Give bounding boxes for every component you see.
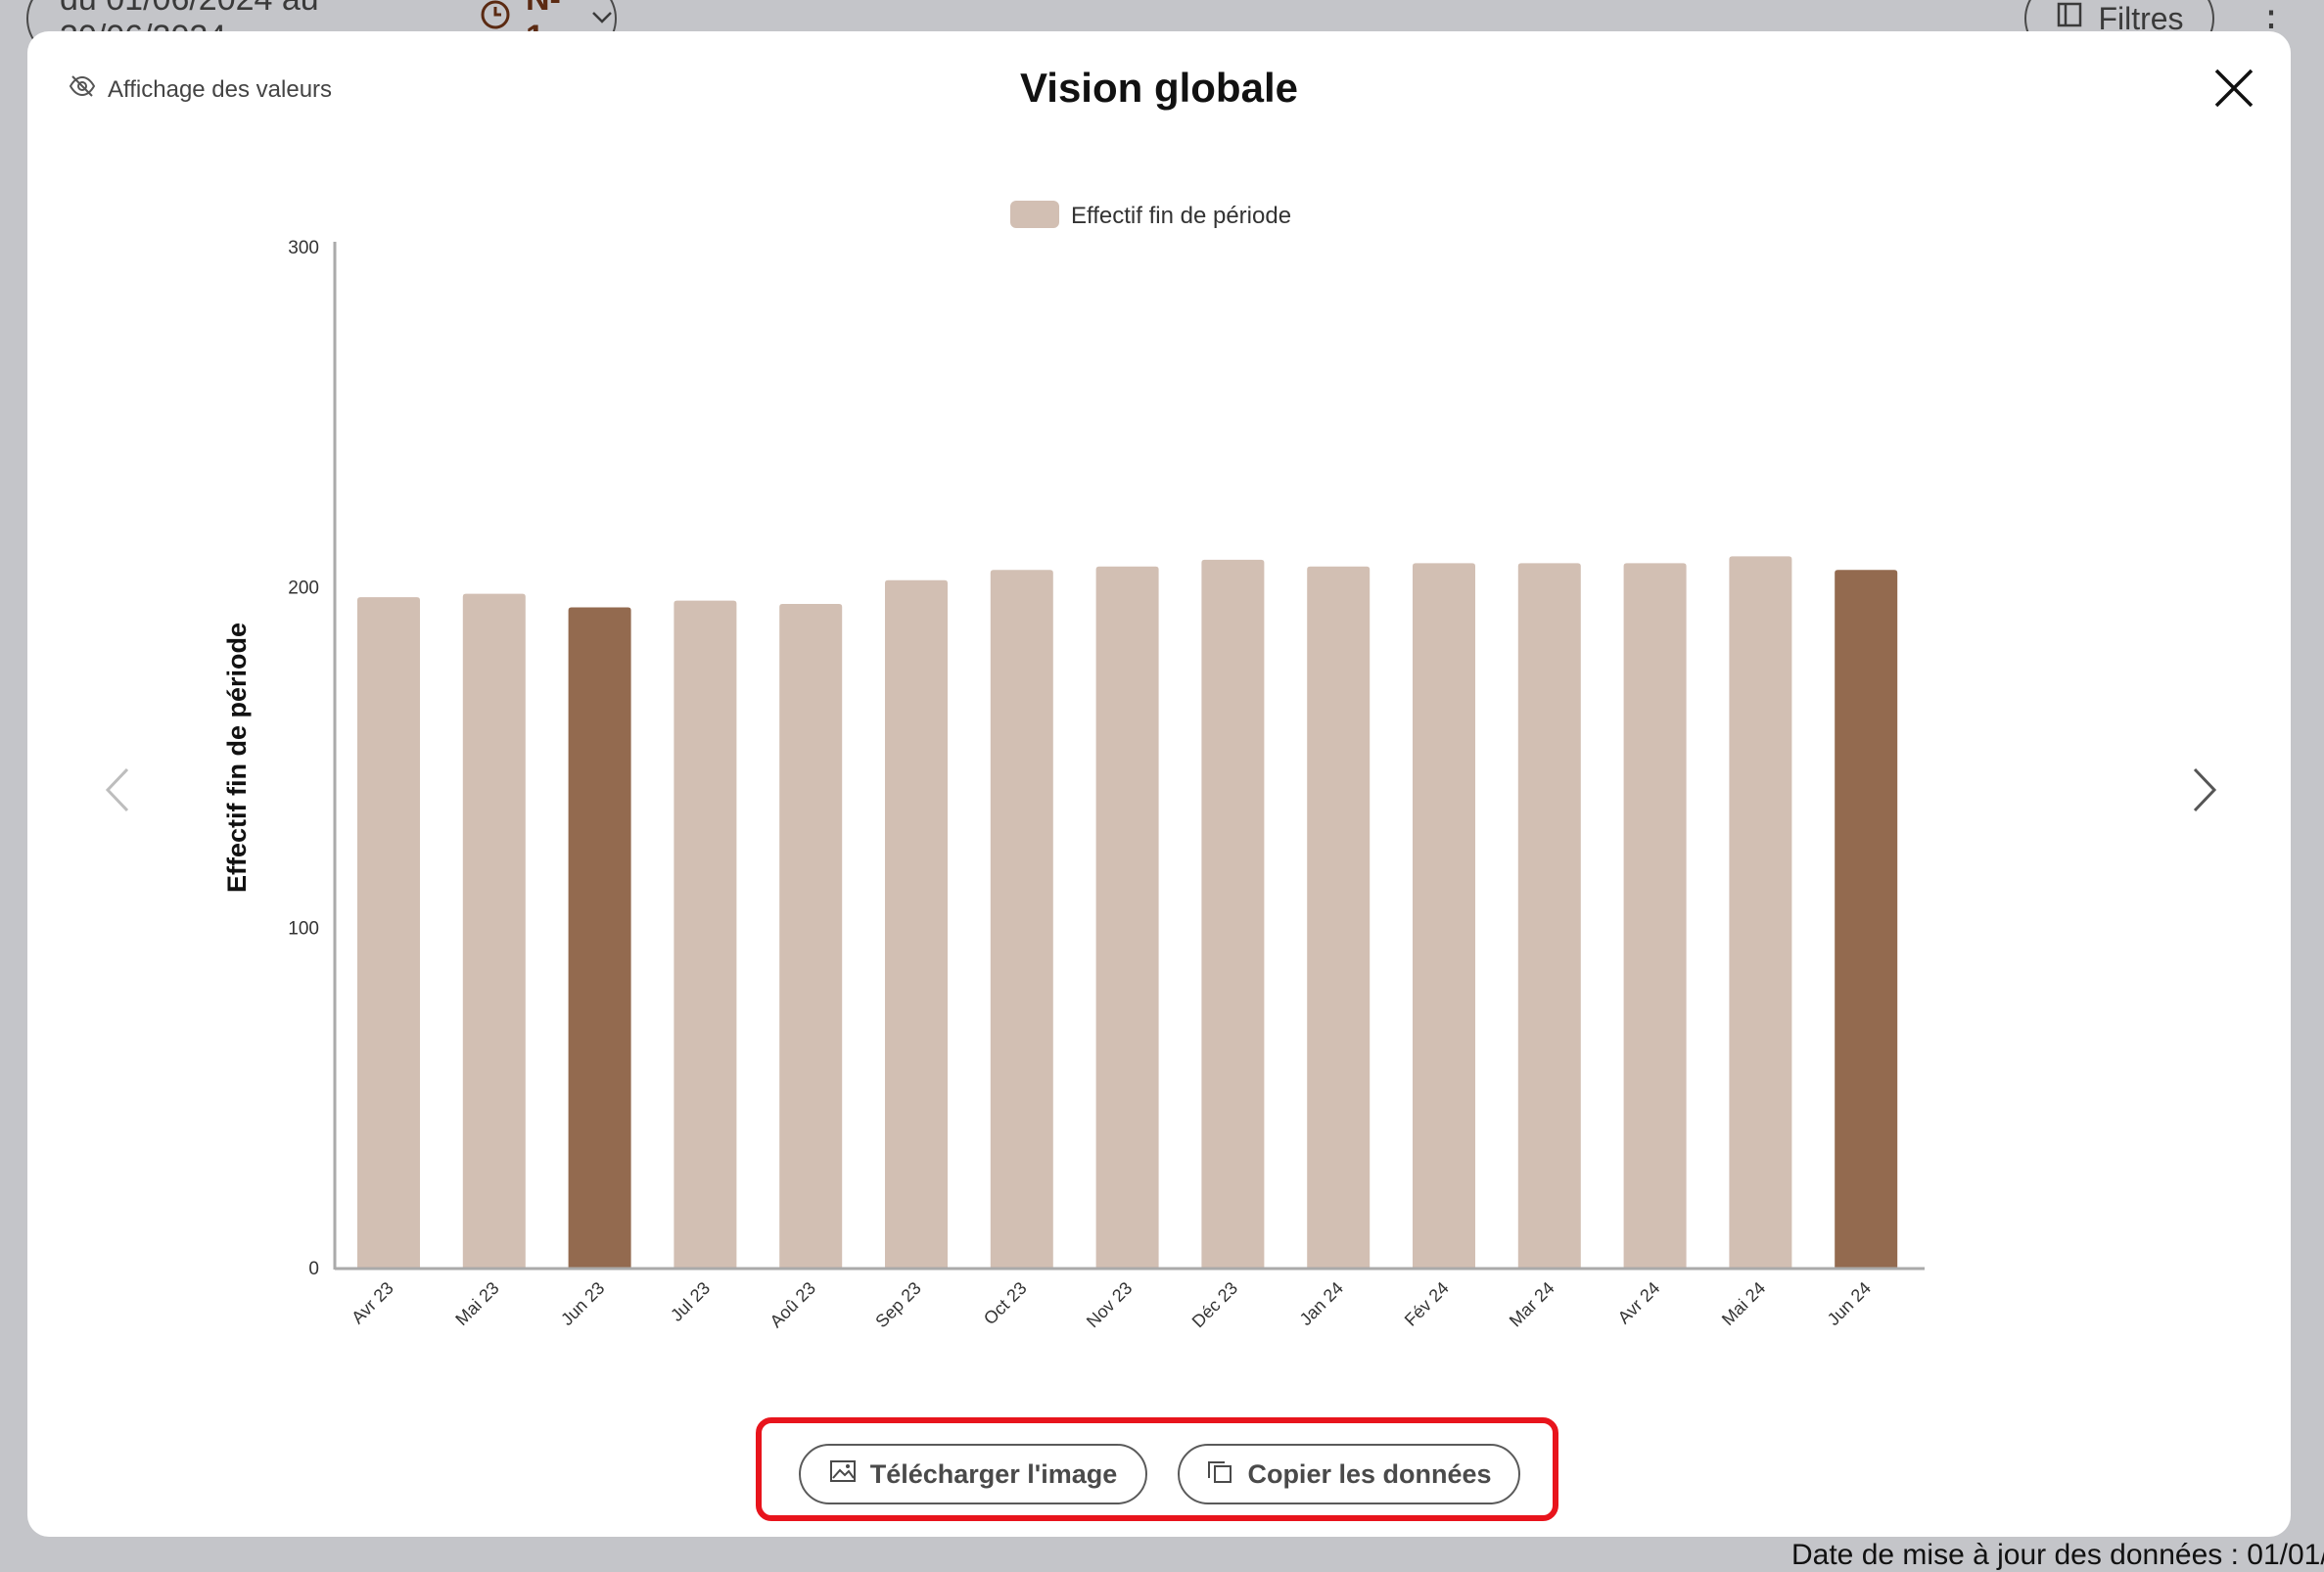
copy-icon: [1206, 1457, 1233, 1492]
x-tick-label: Aoû 23: [767, 1278, 819, 1331]
x-tick-label: Avr 24: [1614, 1278, 1664, 1328]
x-tick-label: Jun 23: [557, 1278, 608, 1329]
bar: [990, 570, 1053, 1268]
bar: [1729, 556, 1792, 1268]
bar: [1835, 570, 1898, 1268]
x-tick-label: Jan 24: [1296, 1278, 1347, 1329]
x-tick-label: Mai 23: [451, 1278, 502, 1329]
x-tick-label: Fév 24: [1401, 1278, 1453, 1330]
bar: [1623, 563, 1687, 1268]
x-tick-label: Oct 23: [980, 1278, 1031, 1329]
x-tick-label: Mar 24: [1506, 1278, 1558, 1331]
y-tick-label: 100: [288, 918, 319, 939]
chart-modal: Affichage des valeurs Vision globale Eff…: [27, 31, 2291, 1537]
bar: [1517, 563, 1581, 1268]
bar: [1201, 559, 1265, 1268]
bar: [568, 607, 631, 1268]
bar: [1095, 566, 1159, 1268]
bar: [357, 597, 420, 1268]
legend-label: Effectif fin de période: [1071, 203, 1291, 229]
x-tick-label: Nov 23: [1083, 1278, 1136, 1331]
copy-data-button[interactable]: Copier les données: [1178, 1444, 1520, 1504]
x-tick-label: Jun 24: [1824, 1278, 1875, 1329]
chart-svg: Effectif fin de période Effectif fin de p…: [222, 201, 1925, 1331]
copy-data-label: Copier les données: [1247, 1458, 1492, 1489]
image-icon: [829, 1458, 857, 1491]
download-image-label: Télécharger l'image: [869, 1458, 1118, 1489]
download-image-button[interactable]: Télécharger l'image: [799, 1444, 1147, 1504]
legend-swatch: [1010, 201, 1059, 228]
y-axis-label: Effectif fin de période: [222, 623, 252, 893]
x-tick-label: Sep 23: [871, 1278, 924, 1331]
x-tick-label: Mai 24: [1718, 1278, 1769, 1329]
bar: [674, 600, 737, 1268]
y-tick-label: 0: [308, 1259, 319, 1279]
bar: [779, 604, 843, 1268]
x-tick-label: Déc 23: [1188, 1278, 1241, 1331]
y-tick-label: 200: [288, 578, 319, 599]
x-tick-label: Jul 23: [667, 1278, 714, 1325]
bar: [1307, 566, 1371, 1268]
bar: [885, 579, 948, 1268]
bar: [1413, 563, 1475, 1268]
bar-chart: Effectif fin de période Effectif fin de p…: [27, 31, 2291, 1402]
x-tick-label: Avr 23: [348, 1278, 397, 1328]
data-update-date: Date de mise à jour des données : 01/01/…: [1791, 1539, 2324, 1571]
y-tick-label: 300: [288, 238, 319, 258]
bar: [462, 593, 526, 1268]
